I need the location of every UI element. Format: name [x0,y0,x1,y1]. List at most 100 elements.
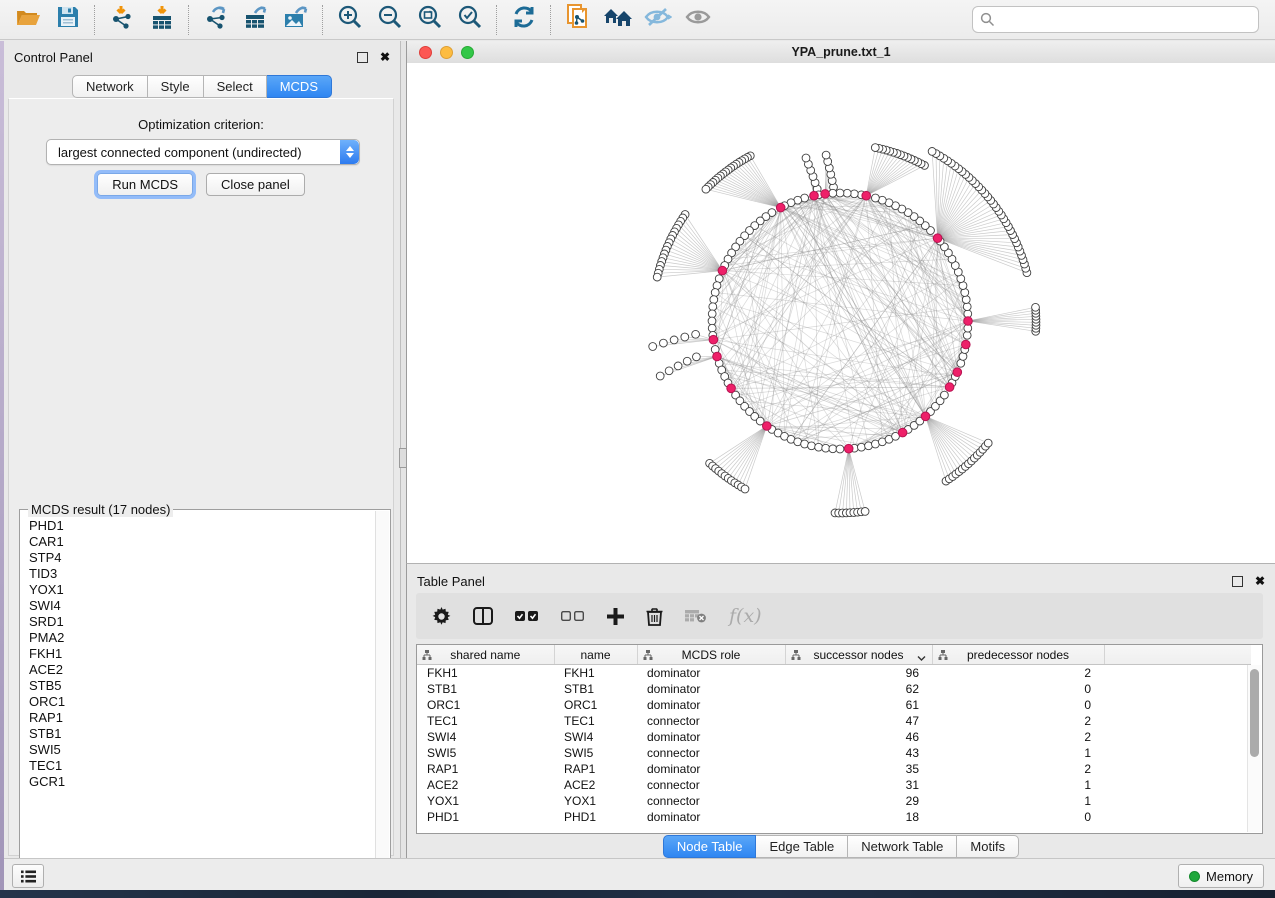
search-input[interactable] [999,9,1258,31]
column-header-mcds-role[interactable]: MCDS role [637,645,785,665]
table-cell[interactable]: dominator [637,665,785,682]
table-cell[interactable]: 2 [932,729,1104,745]
table-cell[interactable]: connector [637,745,785,761]
table-cell[interactable]: ACE2 [554,777,637,793]
table-cell[interactable]: 1 [932,793,1104,809]
mcds-result-item[interactable]: STB5 [29,678,375,694]
table-cell[interactable]: TEC1 [417,713,554,729]
tab-mcds[interactable]: MCDS [267,75,332,98]
table-row[interactable]: PHD1PHD1dominator180 [417,809,1251,825]
export-network-button[interactable] [196,4,236,36]
mcds-result-item[interactable]: TID3 [29,566,375,582]
select-all-columns-icon[interactable] [515,610,539,622]
table-cell[interactable]: FKH1 [417,665,554,682]
delete-column-icon[interactable] [646,607,663,626]
column-header-shared-name[interactable]: shared name [417,645,554,665]
table-cell[interactable]: 47 [785,713,932,729]
add-column-icon[interactable] [607,608,624,625]
unselect-all-columns-icon[interactable] [561,610,585,622]
mcds-result-item[interactable]: RAP1 [29,710,375,726]
run-mcds-button[interactable]: Run MCDS [97,173,193,196]
export-table-button[interactable] [236,4,276,36]
export-image-button[interactable] [276,4,316,36]
table-cell[interactable]: RAP1 [554,761,637,777]
table-cell[interactable]: dominator [637,697,785,713]
memory-button[interactable]: Memory [1178,864,1264,888]
table-cell[interactable]: PHD1 [554,809,637,825]
tab-node-table[interactable]: Node Table [663,835,757,858]
table-options-gear-icon[interactable] [432,607,451,626]
table-cell[interactable]: 0 [932,809,1104,825]
import-network-button[interactable] [102,4,142,36]
table-row[interactable]: RAP1RAP1dominator352 [417,761,1251,777]
clone-network-button[interactable] [558,4,598,36]
table-cell[interactable]: RAP1 [417,761,554,777]
result-vertical-scrollbar[interactable] [375,511,389,864]
table-cell[interactable]: 35 [785,761,932,777]
table-cell[interactable]: 62 [785,681,932,697]
table-row[interactable]: TEC1TEC1connector472 [417,713,1251,729]
table-cell[interactable]: STB1 [554,681,637,697]
tab-style[interactable]: Style [148,75,204,98]
table-cell[interactable]: SWI4 [417,729,554,745]
mcds-result-item[interactable]: FKH1 [29,646,375,662]
table-row[interactable]: YOX1YOX1connector291 [417,793,1251,809]
home-button[interactable] [598,4,638,36]
table-row[interactable]: ORC1ORC1dominator610 [417,697,1251,713]
tab-motifs[interactable]: Motifs [957,835,1019,858]
import-table-button[interactable] [142,4,182,36]
tab-edge-table[interactable]: Edge Table [756,835,848,858]
mcds-result-item[interactable]: YOX1 [29,582,375,598]
table-cell[interactable]: connector [637,777,785,793]
tab-network-table[interactable]: Network Table [848,835,957,858]
column-header-predecessor-nodes[interactable]: predecessor nodes [932,645,1104,665]
float-table-panel-icon[interactable] [1232,576,1243,587]
table-cell[interactable]: 2 [932,665,1104,682]
network-graph[interactable] [407,63,1275,562]
mcds-result-item[interactable]: SWI4 [29,598,375,614]
mcds-result-item[interactable]: TEC1 [29,758,375,774]
table-cell[interactable]: 18 [785,809,932,825]
save-session-button[interactable] [48,4,88,36]
table-cell[interactable]: PHD1 [417,809,554,825]
mcds-result-item[interactable]: SRD1 [29,614,375,630]
network-canvas[interactable] [407,63,1275,562]
table-cell[interactable]: YOX1 [554,793,637,809]
table-cell[interactable]: 0 [932,681,1104,697]
table-cell[interactable]: 96 [785,665,932,682]
table-cell[interactable]: dominator [637,761,785,777]
table-cell[interactable]: dominator [637,681,785,697]
table-cell[interactable]: 29 [785,793,932,809]
show-glyphs-button[interactable] [678,4,718,36]
table-cell[interactable]: TEC1 [554,713,637,729]
table-cell[interactable]: SWI5 [417,745,554,761]
table-cell[interactable]: 31 [785,777,932,793]
mcds-result-item[interactable]: ACE2 [29,662,375,678]
zoom-in-button[interactable] [330,4,370,36]
table-cell[interactable]: 61 [785,697,932,713]
table-cell[interactable]: connector [637,793,785,809]
table-cell[interactable]: ORC1 [417,697,554,713]
table-row[interactable]: ACE2ACE2connector311 [417,777,1251,793]
mcds-result-item[interactable]: STB1 [29,726,375,742]
table-cell[interactable]: ORC1 [554,697,637,713]
table-cell[interactable]: 1 [932,745,1104,761]
mcds-result-item[interactable]: PHD1 [29,518,375,534]
column-header-successor-nodes[interactable]: successor nodes [785,645,932,665]
zoom-selected-button[interactable] [450,4,490,36]
mcds-result-item[interactable]: STP4 [29,550,375,566]
table-vertical-scrollbar[interactable] [1247,665,1261,832]
close-table-panel-icon[interactable]: ✖ [1255,575,1265,587]
table-cell[interactable]: 0 [932,697,1104,713]
close-panel-button[interactable]: Close panel [206,173,305,196]
table-cell[interactable]: dominator [637,729,785,745]
table-cell[interactable]: 43 [785,745,932,761]
close-panel-icon[interactable]: ✖ [380,51,390,63]
optimization-criterion-select[interactable]: largest connected component (undirected) [46,139,360,165]
table-cell[interactable]: 2 [932,713,1104,729]
table-cell[interactable]: YOX1 [417,793,554,809]
mcds-result-item[interactable]: GCR1 [29,774,375,790]
table-row[interactable]: STB1STB1dominator620 [417,681,1251,697]
table-cell[interactable]: 1 [932,777,1104,793]
mcds-result-item[interactable]: SWI5 [29,742,375,758]
